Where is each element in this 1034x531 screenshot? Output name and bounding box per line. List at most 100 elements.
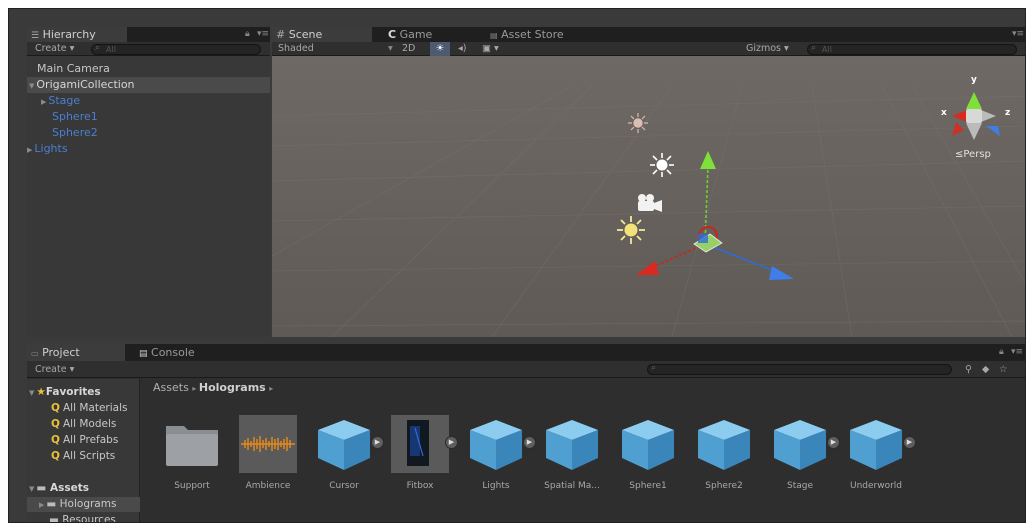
scene-toolbar: Shaded ▾ 2D ☀ ◂) ▣ ▾ Gizmos ▾ All xyxy=(272,42,1025,56)
favorites-header[interactable]: ▼ ★Favorites xyxy=(29,385,101,400)
lock-icon[interactable]: 🔒︎ xyxy=(999,344,1004,361)
hierarchy-item-sphere2[interactable]: Sphere2 xyxy=(27,125,270,141)
expand-prefab-button[interactable]: ▶ xyxy=(827,436,840,449)
axis-label-x: x xyxy=(941,108,947,118)
favorites-label: Favorites xyxy=(45,386,101,398)
hierarchy-item-stage[interactable]: ▶ Stage xyxy=(27,93,270,109)
favorite-label: All Models xyxy=(63,418,117,430)
audio-toggle-icon[interactable]: ◂) xyxy=(458,42,466,56)
expand-arrow-icon[interactable]: ▼ xyxy=(29,389,34,397)
project-search-input[interactable] xyxy=(647,364,952,375)
axis-label-z: z xyxy=(1005,108,1011,118)
favorite-label: All Scripts xyxy=(63,450,116,462)
asset-label: Cursor xyxy=(329,481,359,491)
tab-project[interactable]: ▭ Project xyxy=(27,344,125,361)
folder-label: Holograms xyxy=(59,498,117,510)
hierarchy-item-origami-collection[interactable]: ▼ OrigamiCollection xyxy=(27,77,270,93)
collapse-arrow-icon[interactable]: ▶ xyxy=(41,98,46,106)
favorite-all-scripts[interactable]: Q All Scripts xyxy=(51,449,115,464)
asset-underworld[interactable]: ▶ Underworld xyxy=(841,414,916,494)
tab-menu-icon[interactable]: ▾≡ xyxy=(1012,27,1024,42)
favorite-star-icon[interactable]: ☆ xyxy=(999,361,1008,378)
favorite-all-prefabs[interactable]: Q All Prefabs xyxy=(51,433,118,448)
breadcrumb-assets[interactable]: Assets xyxy=(153,381,189,394)
hierarchy-item-label: Main Camera xyxy=(37,62,110,75)
hierarchy-toolbar: Create ▾ All xyxy=(27,42,270,56)
tab-console[interactable]: ▤ Console xyxy=(135,344,225,361)
expand-arrow-icon[interactable]: ▼ xyxy=(29,485,34,493)
hierarchy-item-main-camera[interactable]: Main Camera xyxy=(27,61,270,77)
favorite-label: All Prefabs xyxy=(63,434,119,446)
hierarchy-item-lights[interactable]: ▶ Lights xyxy=(27,141,270,157)
asset-cursor[interactable]: ▶ Cursor xyxy=(309,414,384,494)
collapse-arrow-icon[interactable]: ▶ xyxy=(27,146,32,154)
folder-icon: ▬ xyxy=(46,498,57,510)
tab-game[interactable]: C Game xyxy=(384,27,474,42)
asset-spatial-mapping[interactable]: Spatial Ma... xyxy=(537,414,607,494)
expand-prefab-button[interactable]: ▶ xyxy=(371,436,384,449)
lock-icon[interactable]: 🔒︎ xyxy=(245,27,250,42)
search-filter-icon: Q xyxy=(51,418,60,430)
tab-menu-icon[interactable]: ▾≡ xyxy=(1011,344,1023,361)
point-light-gizmo-2[interactable] xyxy=(650,153,674,177)
tab-menu-icon[interactable]: ▾≡ xyxy=(257,27,269,42)
expand-arrow-icon[interactable]: ▼ xyxy=(29,82,34,90)
asset-support[interactable]: Support xyxy=(157,414,227,494)
breadcrumb-holograms[interactable]: Holograms xyxy=(199,381,266,394)
asset-sphere1[interactable]: Sphere1 xyxy=(613,414,683,494)
filter-by-label-icon[interactable]: ◆ xyxy=(982,361,989,378)
shading-mode-dropdown[interactable]: Shaded xyxy=(278,42,314,56)
axis-label-y: y xyxy=(971,75,977,85)
tab-asset-store[interactable]: ▤ Asset Store xyxy=(486,27,596,42)
prefab-cube-icon xyxy=(546,420,598,470)
scene-viewport[interactable]: y x z ≤Persp xyxy=(272,56,1025,337)
hierarchy-item-sphere1[interactable]: Sphere1 xyxy=(27,109,270,125)
gizmos-dropdown[interactable]: Gizmos ▾ xyxy=(746,42,789,56)
filter-by-type-icon[interactable]: ⚲ xyxy=(965,361,972,378)
favorite-all-materials[interactable]: Q All Materials xyxy=(51,401,127,416)
project-folder-icon: ▭ xyxy=(31,349,39,358)
folder-resources[interactable]: ▬ Resources xyxy=(49,513,116,522)
assets-label: Assets xyxy=(49,482,89,494)
prefab-cube-icon xyxy=(318,420,370,470)
hierarchy-create-dropdown[interactable]: Create ▾ xyxy=(35,42,74,56)
expand-sprite-button[interactable]: ▶ xyxy=(445,436,458,449)
point-light-gizmo-1[interactable] xyxy=(628,113,648,133)
expand-prefab-button[interactable]: ▶ xyxy=(523,436,536,449)
folder-holograms[interactable]: ▶ ▬ Holograms xyxy=(27,497,140,512)
folder-icon xyxy=(166,426,218,466)
asset-label: Stage xyxy=(786,481,813,491)
asset-label: Sphere2 xyxy=(705,481,743,491)
project-folder-tree: ▼ ★Favorites Q All Materials Q All Models Q… xyxy=(27,379,140,522)
project-create-dropdown[interactable]: Create ▾ xyxy=(35,361,74,378)
projection-mode-label[interactable]: ≤Persp xyxy=(955,149,991,160)
directional-light-gizmo[interactable] xyxy=(617,216,645,244)
unity-editor-window: ☰ Hierarchy 🔒︎ ▾≡ Create ▾ All Main Came… xyxy=(8,8,1026,523)
folder-icon: ▬ xyxy=(36,482,47,494)
asset-label: Lights xyxy=(482,481,510,491)
asset-fitbox[interactable]: ▶ Fitbox xyxy=(385,414,458,494)
collapse-arrow-icon[interactable]: ▶ xyxy=(39,501,44,509)
toggle-2d-button[interactable]: 2D xyxy=(402,42,415,56)
asset-breadcrumb: Assets ▸ Holograms ▸ xyxy=(141,379,1025,397)
hierarchy-search-input[interactable]: All xyxy=(91,44,261,55)
favorite-all-models[interactable]: Q All Models xyxy=(51,417,116,432)
tab-scene[interactable]: # Scene xyxy=(272,27,372,42)
project-panel: ▭ Project ▤ Console 🔒︎ ▾≡ Create ▾ ⚲ ◆ ☆… xyxy=(27,344,1025,522)
effects-toggle-icon[interactable]: ▣ ▾ xyxy=(482,42,499,56)
scene-search-input[interactable]: All xyxy=(807,44,1017,55)
asset-stage[interactable]: ▶ Stage xyxy=(765,414,840,494)
tab-hierarchy[interactable]: ☰ Hierarchy xyxy=(27,27,127,42)
lighting-toggle-icon[interactable]: ☀ xyxy=(430,42,450,56)
asset-label: Support xyxy=(174,481,210,491)
asset-ambience[interactable]: Ambience xyxy=(233,414,303,494)
asset-sphere2[interactable]: Sphere2 xyxy=(689,414,759,494)
shading-dropdown-arrow-icon[interactable]: ▾ xyxy=(388,42,393,56)
game-pacman-icon: C xyxy=(388,28,397,41)
assets-folder-header[interactable]: ▼ ▬ Assets xyxy=(29,481,89,496)
audio-icon xyxy=(239,415,297,473)
favorites-star-icon: ★ xyxy=(36,386,46,398)
prefab-cube-icon xyxy=(774,420,826,470)
asset-lights[interactable]: ▶ Lights xyxy=(461,414,536,494)
expand-prefab-button[interactable]: ▶ xyxy=(903,436,916,449)
